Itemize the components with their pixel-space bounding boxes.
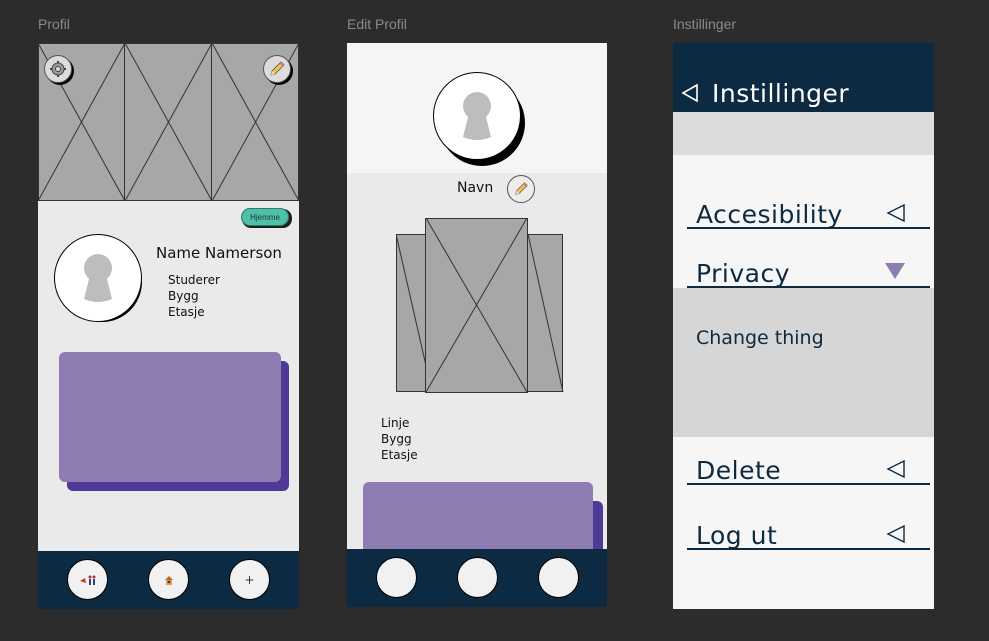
- settings-row-privacy[interactable]: Privacy: [687, 252, 930, 288]
- cover-image-placeholder: [38, 43, 299, 201]
- edit-bottom-navigation: [347, 549, 607, 607]
- image-carousel-placeholder[interactable]: [396, 218, 564, 394]
- avatar-placeholder-icon: [84, 254, 112, 302]
- plus-icon: +: [244, 572, 255, 587]
- gear-icon: [50, 61, 66, 77]
- frame-label-profil: Profil: [38, 16, 70, 32]
- bottom-navigation: +: [38, 551, 299, 609]
- frame-label-edit-profil: Edit Profil: [347, 16, 407, 32]
- edit-card: [363, 482, 593, 549]
- edit-nav-button-2[interactable]: [457, 557, 498, 598]
- detail-line: Linje: [381, 416, 410, 430]
- edit-nav-button-1[interactable]: [376, 557, 417, 598]
- settings-title: Instillinger: [712, 79, 850, 108]
- change-thing-option[interactable]: Change thing: [696, 327, 824, 349]
- settings-label-delete: Delete: [696, 456, 782, 485]
- detail-study: Studerer: [168, 273, 220, 287]
- settings-subheader: [673, 112, 934, 155]
- avatar-placeholder-icon: [463, 92, 491, 140]
- map-people-icon: [79, 575, 95, 585]
- detail-building: Bygg: [168, 289, 199, 303]
- edit-avatar[interactable]: [433, 72, 527, 168]
- nav-add-button[interactable]: +: [229, 559, 270, 600]
- chevron-left-icon: [886, 203, 905, 223]
- profile-avatar: [54, 234, 144, 332]
- settings-header: Instillinger: [673, 43, 934, 112]
- settings-gear-button[interactable]: [44, 55, 72, 83]
- person-home-icon: [164, 575, 173, 585]
- chevron-left-icon: [886, 524, 905, 544]
- profile-details: Studerer Bygg Etasje: [168, 272, 220, 320]
- detail-building: Bygg: [381, 432, 412, 446]
- instillinger-screen: Instillinger Accesibility Privacy Change…: [673, 43, 934, 609]
- edit-name-label: Navn: [457, 180, 494, 196]
- edit-name-button[interactable]: [507, 175, 535, 203]
- settings-label-logout: Log ut: [696, 521, 778, 550]
- settings-row-accessibility[interactable]: Accesibility: [687, 193, 930, 229]
- chevron-down-icon: [885, 263, 905, 279]
- detail-floor: Etasje: [168, 305, 205, 319]
- pencil-icon: [270, 61, 285, 76]
- privacy-expanded-panel: Change thing: [673, 288, 934, 437]
- pencil-icon: [515, 182, 528, 195]
- edit-profile-button[interactable]: [263, 55, 291, 83]
- home-status-badge[interactable]: Hjemme: [241, 208, 289, 226]
- settings-label-privacy: Privacy: [696, 259, 791, 288]
- settings-row-logout[interactable]: Log ut: [687, 514, 930, 550]
- nav-map-button[interactable]: [67, 559, 108, 600]
- detail-floor: Etasje: [381, 448, 418, 462]
- edit-details: Linje Bygg Etasje: [381, 415, 418, 463]
- edit-nav-button-3[interactable]: [538, 557, 579, 598]
- chevron-left-icon: [886, 459, 905, 479]
- back-arrow-icon[interactable]: [681, 83, 699, 103]
- settings-label-accessibility: Accesibility: [696, 200, 843, 229]
- nav-home-button[interactable]: [148, 559, 189, 600]
- frame-label-instillinger: Instillinger: [673, 16, 737, 32]
- profil-screen: Hjemme Name Namerson Studerer Bygg Etasj…: [38, 43, 299, 609]
- settings-row-delete[interactable]: Delete: [687, 449, 930, 485]
- profile-name: Name Namerson: [156, 244, 282, 262]
- info-card: [59, 352, 281, 482]
- edit-profil-screen: Navn Linje Bygg Etasje: [347, 43, 607, 549]
